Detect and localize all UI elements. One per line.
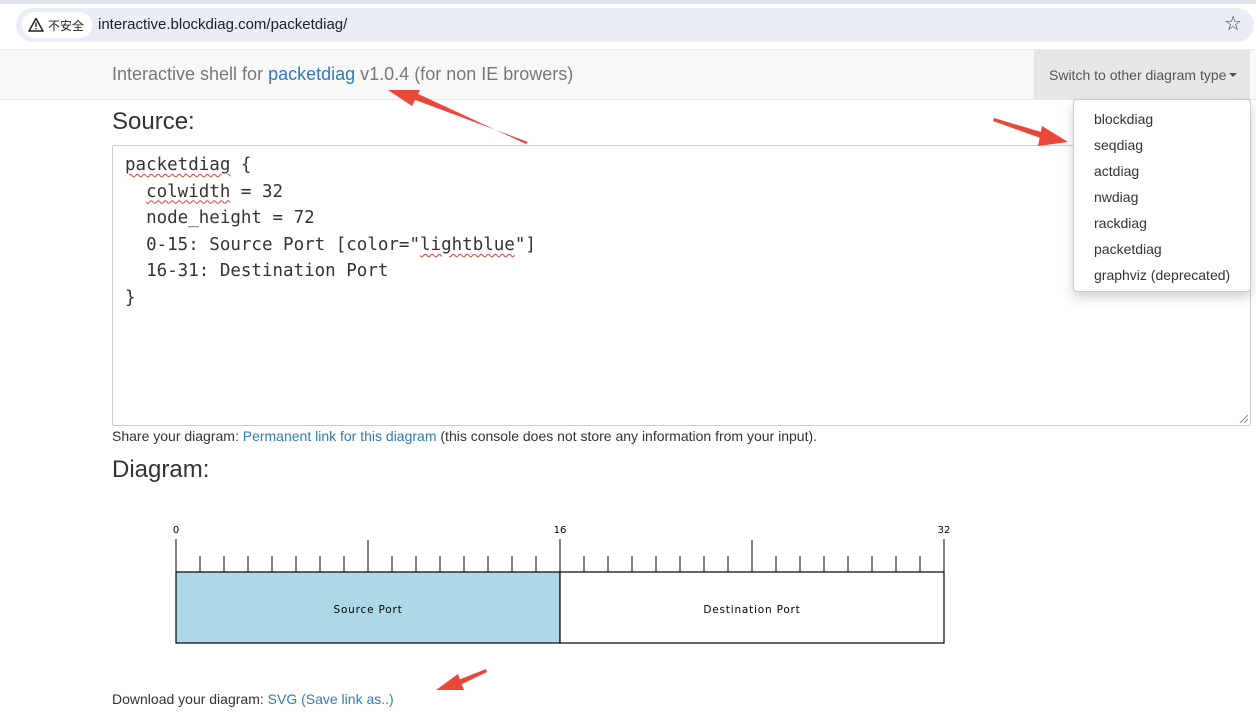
field-label-destination-port: Destination Port xyxy=(703,604,800,616)
svg-download-link[interactable]: SVG (Save link as..) xyxy=(268,691,394,707)
field-label-source-port: Source Port xyxy=(333,604,402,616)
warning-icon xyxy=(28,17,44,32)
navbar-brand: Interactive shell for packetdiag v1.0.4 … xyxy=(112,64,573,85)
download-line: Download your diagram: SVG (Save link as… xyxy=(112,691,394,707)
code-line-1: packetdiag { xyxy=(125,155,252,175)
share-prefix: Share your diagram: xyxy=(112,428,243,444)
code-attr: colwidth xyxy=(146,181,231,202)
switch-diagram-type-label: Switch to other diagram type xyxy=(1049,67,1227,83)
scale-label-16: 16 xyxy=(554,525,567,536)
bookmark-star-icon[interactable]: ☆ xyxy=(1224,14,1242,34)
dropdown-item-nwdiag[interactable]: nwdiag xyxy=(1074,184,1250,210)
code-line-2: colwidth = 32 xyxy=(146,181,284,202)
diagram-type-dropdown: blockdiag seqdiag actdiag nwdiag rackdia… xyxy=(1073,99,1251,292)
dropdown-item-blockdiag[interactable]: blockdiag xyxy=(1074,106,1250,132)
source-code: packetdiag { colwidth = 32 node_height =… xyxy=(125,152,536,312)
address-bar[interactable]: 不安全 interactive.blockdiag.com/packetdiag… xyxy=(16,8,1254,42)
dropdown-item-actdiag[interactable]: actdiag xyxy=(1074,158,1250,184)
security-label: 不安全 xyxy=(48,18,85,33)
code-line-5: 16-31: Destination Port xyxy=(125,261,389,282)
brand-prefix: Interactive shell for xyxy=(112,64,269,84)
scale-label-32: 32 xyxy=(938,525,951,536)
resize-handle-icon[interactable] xyxy=(1239,414,1248,423)
code-line-4: 0-15: Source Port [color="lightblue"] xyxy=(125,234,536,255)
download-prefix: Download your diagram: xyxy=(112,691,268,707)
diagram-ticks xyxy=(175,539,945,573)
share-line: Share your diagram: Permanent link for t… xyxy=(112,428,817,444)
dropdown-item-rackdiag[interactable]: rackdiag xyxy=(1074,210,1250,236)
code-keyword: packetdiag xyxy=(125,155,231,175)
annotation-arrow xyxy=(993,118,1068,146)
scale-label-0: 0 xyxy=(173,525,179,536)
caret-down-icon xyxy=(1229,73,1238,77)
dropdown-item-graphviz[interactable]: graphviz (deprecated) xyxy=(1074,262,1250,288)
diagram-heading: Diagram: xyxy=(112,456,210,483)
switch-diagram-type-button[interactable]: Switch to other diagram type xyxy=(1034,50,1250,100)
brand-link[interactable]: packetdiag xyxy=(268,64,355,84)
security-indicator[interactable]: 不安全 xyxy=(22,12,93,38)
navbar: Interactive shell for packetdiag v1.0.4 … xyxy=(0,49,1256,100)
tab-strip xyxy=(0,0,1256,4)
code-color-value: lightblue xyxy=(420,234,515,255)
share-suffix: (this console does not store any informa… xyxy=(436,428,818,444)
packet-diagram: 0 16 32 Source Port Destination Port xyxy=(173,525,951,644)
code-line-6: } xyxy=(125,287,136,308)
brand-suffix: v1.0.4 (for non IE browers) xyxy=(355,64,574,84)
url-text[interactable]: interactive.blockdiag.com/packetdiag/ xyxy=(98,16,347,33)
source-heading: Source: xyxy=(112,108,195,135)
dropdown-item-packetdiag[interactable]: packetdiag xyxy=(1074,236,1250,262)
dropdown-item-seqdiag[interactable]: seqdiag xyxy=(1074,132,1250,158)
browser-toolbar: 不安全 interactive.blockdiag.com/packetdiag… xyxy=(0,0,1256,49)
code-line-3: node_height = 72 xyxy=(125,208,315,229)
permanent-link[interactable]: Permanent link for this diagram xyxy=(243,428,437,444)
annotation-arrow xyxy=(436,669,487,690)
